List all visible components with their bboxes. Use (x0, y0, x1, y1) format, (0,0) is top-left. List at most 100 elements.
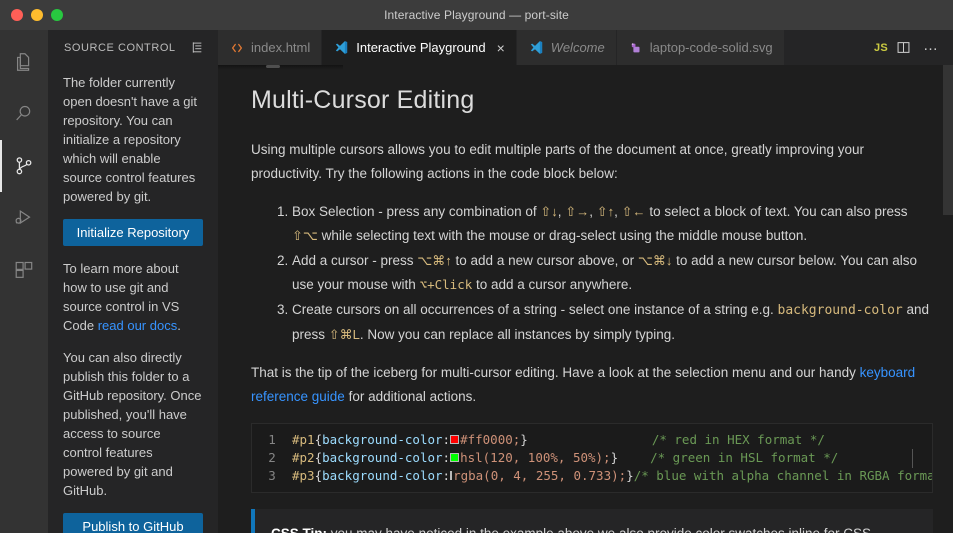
css-code-block[interactable]: 1 #p1 {background-color: #ff0000;}/* red… (251, 423, 933, 493)
tab-welcome[interactable]: Welcome (517, 30, 617, 65)
code-punctuation: { (315, 449, 323, 467)
editor-actions: JS … (868, 30, 953, 65)
css-selector: #p1 (292, 431, 315, 449)
js-status-badge[interactable]: JS (874, 42, 888, 54)
maximize-window-button[interactable] (51, 9, 63, 21)
color-swatch-icon[interactable] (450, 471, 452, 480)
vscode-logo-icon (529, 40, 544, 55)
read-our-docs-link[interactable]: read our docs (98, 318, 178, 333)
intro-paragraph: Using multiple cursors allows you to edi… (251, 138, 933, 186)
css-property: background-color (322, 467, 442, 485)
css-property: background-color (322, 449, 442, 467)
color-swatch-icon[interactable] (450, 435, 459, 444)
tab-label: index.html (251, 40, 310, 55)
code-line: 1 #p1 {background-color: #ff0000;}/* red… (252, 431, 932, 449)
tab-label: Welcome (551, 40, 605, 55)
editor-group: index.html Interactive Playground × (218, 30, 953, 537)
step-text: . Now you can replace all instances by s… (360, 327, 675, 342)
scrollbar-thumb[interactable] (943, 65, 953, 215)
views-and-more-actions-icon[interactable] (190, 40, 205, 55)
vscode-logo-icon (334, 40, 349, 55)
sidebar-header: Source Control (48, 30, 218, 65)
scm-no-repo-message: The folder currently open doesn't have a… (63, 73, 203, 206)
sidebar-title: Source Control (64, 42, 176, 54)
outro-paragraph: That is the tip of the iceberg for multi… (251, 361, 933, 409)
css-value: #ff0000; (460, 431, 520, 449)
window-controls[interactable] (0, 9, 63, 21)
code-punctuation: } (520, 431, 528, 449)
split-editor-icon[interactable] (892, 40, 915, 55)
css-value: hsl(120, 100%, 50%); (460, 449, 611, 467)
tab-interactive-playground[interactable]: Interactive Playground × (322, 30, 517, 65)
run-debug-icon (13, 207, 35, 229)
activity-item-explorer[interactable] (0, 36, 48, 88)
close-window-button[interactable] (11, 9, 23, 21)
tabs-spacer (785, 30, 868, 65)
step-text: Box Selection - press any combination of (292, 204, 540, 219)
sidebar-source-control: Source Control The folder currently open… (48, 30, 218, 537)
steps-list: Box Selection - press any combination of… (251, 200, 933, 347)
css-property: background-color (322, 431, 442, 449)
minimize-window-button[interactable] (31, 9, 43, 21)
files-icon (13, 51, 35, 73)
title-bar: Interactive Playground — port-site (0, 0, 953, 30)
code-punctuation: : (443, 467, 451, 485)
code-overview-ruler (912, 449, 913, 468)
tab-label: Interactive Playground (356, 40, 485, 55)
line-number: 1 (252, 431, 292, 449)
close-icon[interactable]: × (497, 41, 505, 55)
step-text: to add a cursor anywhere. (472, 277, 632, 292)
step-text: Create cursors on all occurrences of a s… (292, 302, 778, 317)
activity-item-source-control[interactable] (0, 140, 48, 192)
css-comment: /* green in HSL format */ (650, 449, 838, 467)
activity-item-extensions[interactable] (0, 244, 48, 296)
editor-vertical-scrollbar[interactable] (943, 65, 953, 537)
step-text: while selecting text with the mouse or d… (318, 228, 807, 243)
scm-docs-message: To learn more about how to use git and s… (63, 259, 203, 335)
list-item: Add a cursor - press ⌥⌘↑ to add a new cu… (292, 249, 933, 297)
step-text: , (589, 204, 597, 219)
line-number: 3 (252, 467, 292, 485)
kbd-shortcut: ⇧⌥ (292, 228, 318, 243)
code-punctuation: { (315, 467, 323, 485)
outro-text-pre: That is the tip of the iceberg for multi… (251, 365, 860, 380)
list-item: Create cursors on all occurrences of a s… (292, 298, 933, 347)
window-bottom-edge (0, 533, 953, 537)
scm-publish-message: You can also directly publish this folde… (63, 348, 203, 500)
kbd-shortcut: ⇧← (622, 204, 646, 219)
outro-text-post: for additional actions. (345, 389, 476, 404)
playground-content: Multi-Cursor Editing Using multiple curs… (218, 65, 953, 537)
css-comment: /* blue with alpha channel in RGBA forma (634, 467, 933, 485)
initialize-repository-button[interactable]: Initialize Repository (63, 219, 203, 246)
code-punctuation: : (443, 431, 451, 449)
tab-label: laptop-code-solid.svg (650, 40, 773, 55)
kbd-shortcut: ⇧↑ (597, 204, 614, 219)
code-punctuation: } (611, 449, 619, 467)
kbd-shortcut: ⇧⌘L (329, 327, 360, 342)
code-line: 2 #p2 {background-color: hsl(120, 100%, … (252, 449, 932, 467)
kbd-shortcut: ⌥⌘↑ (417, 253, 451, 268)
step-text: Add a cursor - press (292, 253, 417, 268)
tab-laptop-code-solid-svg[interactable]: laptop-code-solid.svg (617, 30, 785, 65)
css-value: rgba(0, 4, 255, 0.733); (453, 467, 626, 485)
sidebar-body: The folder currently open doesn't have a… (48, 65, 218, 537)
css-selector: #p2 (292, 449, 315, 467)
html-file-icon (230, 41, 244, 55)
search-icon (13, 103, 35, 125)
code-punctuation: } (626, 467, 634, 485)
css-selector: #p3 (292, 467, 315, 485)
svg-file-icon (629, 41, 643, 55)
more-actions-icon[interactable]: … (919, 38, 943, 57)
line-number: 2 (252, 449, 292, 467)
activity-item-search[interactable] (0, 88, 48, 140)
list-item: Box Selection - press any combination of… (292, 200, 933, 248)
color-swatch-icon[interactable] (450, 453, 459, 462)
step-text: , (614, 204, 622, 219)
window-title: Interactive Playground — port-site (0, 8, 953, 22)
inline-code: background-color (778, 303, 903, 318)
activity-item-run-and-debug[interactable] (0, 192, 48, 244)
step-text: to select a block of text. You can also … (646, 204, 908, 219)
kbd-shortcut: ⇧↓ (540, 204, 557, 219)
css-comment: /* red in HEX format */ (652, 431, 825, 449)
tab-index-html[interactable]: index.html (218, 30, 322, 65)
